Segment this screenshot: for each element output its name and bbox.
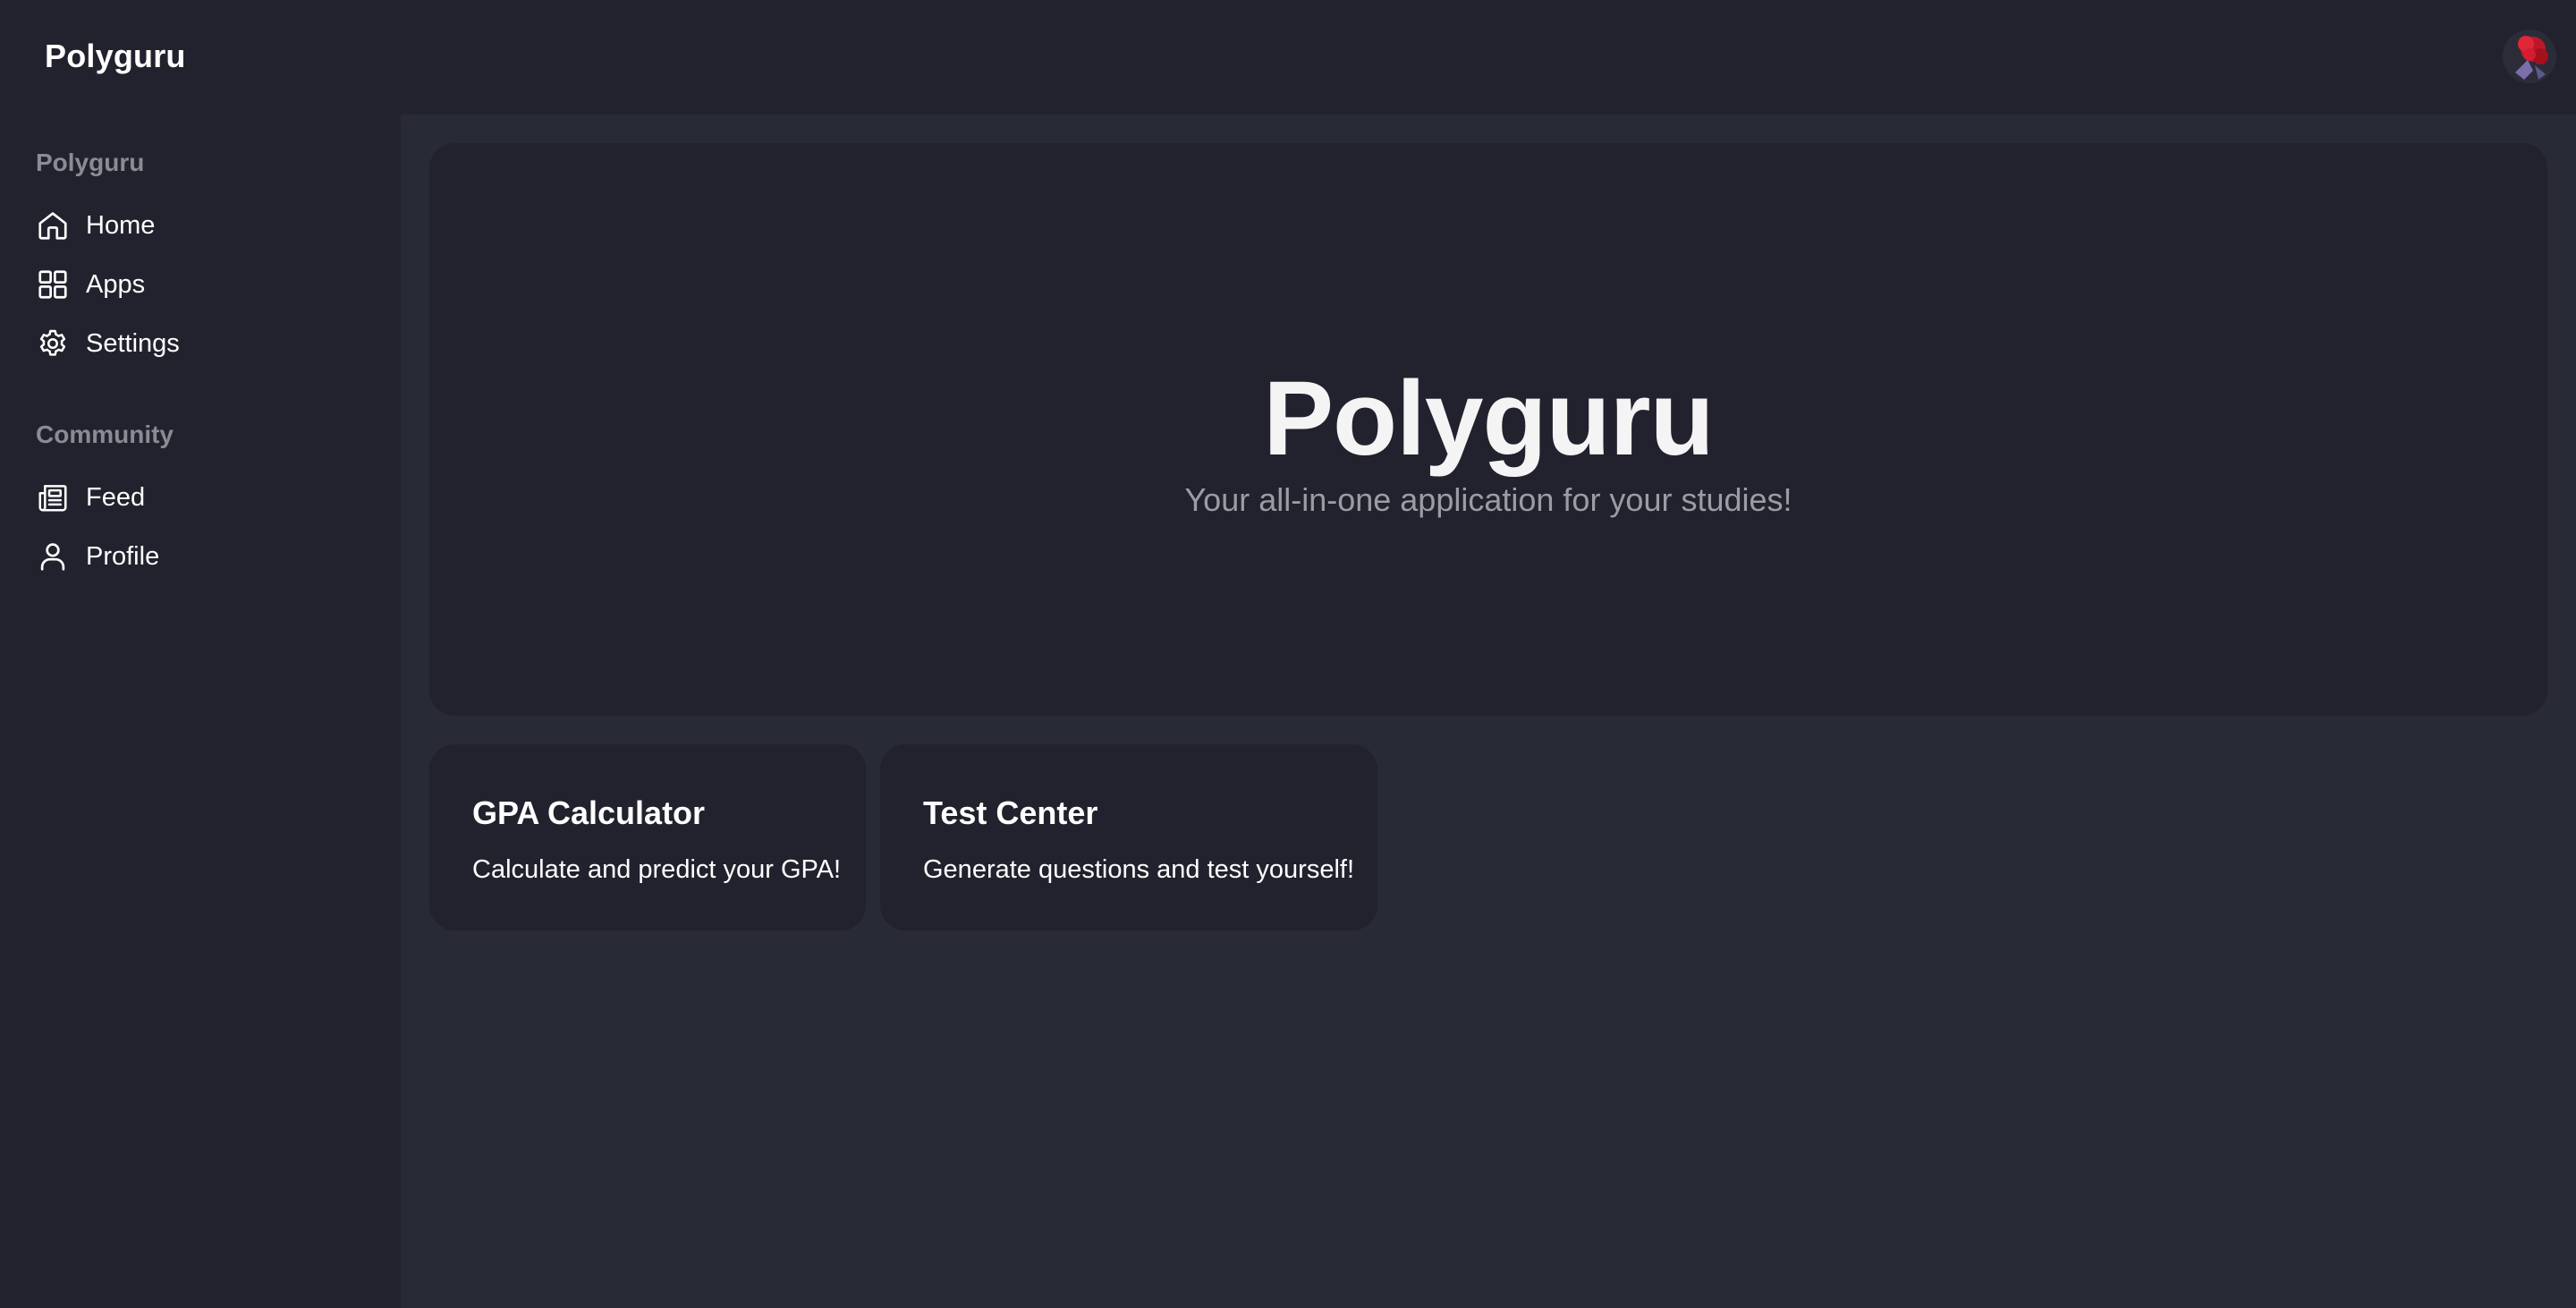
app-card-test-center[interactable]: Test Center Generate questions and test … [880,744,1377,930]
hero-banner: Polyguru Your all-in-one application for… [429,143,2547,716]
user-avatar[interactable] [2503,30,2556,83]
newspaper-icon [38,485,67,512]
main-content: Polyguru Your all-in-one application for… [401,115,2576,1308]
gear-icon [39,329,66,356]
hero-title: Polyguru [1263,360,1714,478]
sidebar-item-feed[interactable]: Feed [36,471,376,524]
sidebar-item-profile[interactable]: Profile [36,530,376,583]
brand-logo-text[interactable]: Polyguru [45,38,186,75]
card-description: Generate questions and test yourself! [923,855,1355,884]
grid-icon [38,270,67,299]
avatar-image-icon [2503,30,2556,83]
user-icon [40,543,65,571]
sidebar-section-title-community: Community [36,420,174,448]
sidebar-item-settings[interactable]: Settings [36,317,376,370]
sidebar-item-label: Apps [86,269,146,299]
sidebar-item-apps[interactable]: Apps [36,258,376,311]
sidebar-item-label: Settings [86,328,180,358]
hero-subtitle: Your all-in-one application for your stu… [1184,481,1792,518]
card-title: Test Center [923,794,1098,831]
app-card-gpa-calculator[interactable]: GPA Calculator Calculate and predict you… [429,744,866,930]
sidebar-item-label: Feed [86,482,146,512]
sidebar: Polyguru Home Apps Settings Community Fe… [0,115,401,1308]
sidebar-section-title-polyguru: Polyguru [36,149,145,176]
sidebar-item-label: Home [86,210,156,240]
card-description: Calculate and predict your GPA! [472,855,842,884]
top-bar: Polyguru [0,0,2576,115]
sidebar-item-label: Profile [86,541,160,571]
app-window: Polyguru Polyguru Home Apps Settings Com… [0,0,2576,1308]
sidebar-item-home[interactable]: Home [36,199,376,252]
home-icon [38,212,67,240]
card-title: GPA Calculator [472,794,706,831]
